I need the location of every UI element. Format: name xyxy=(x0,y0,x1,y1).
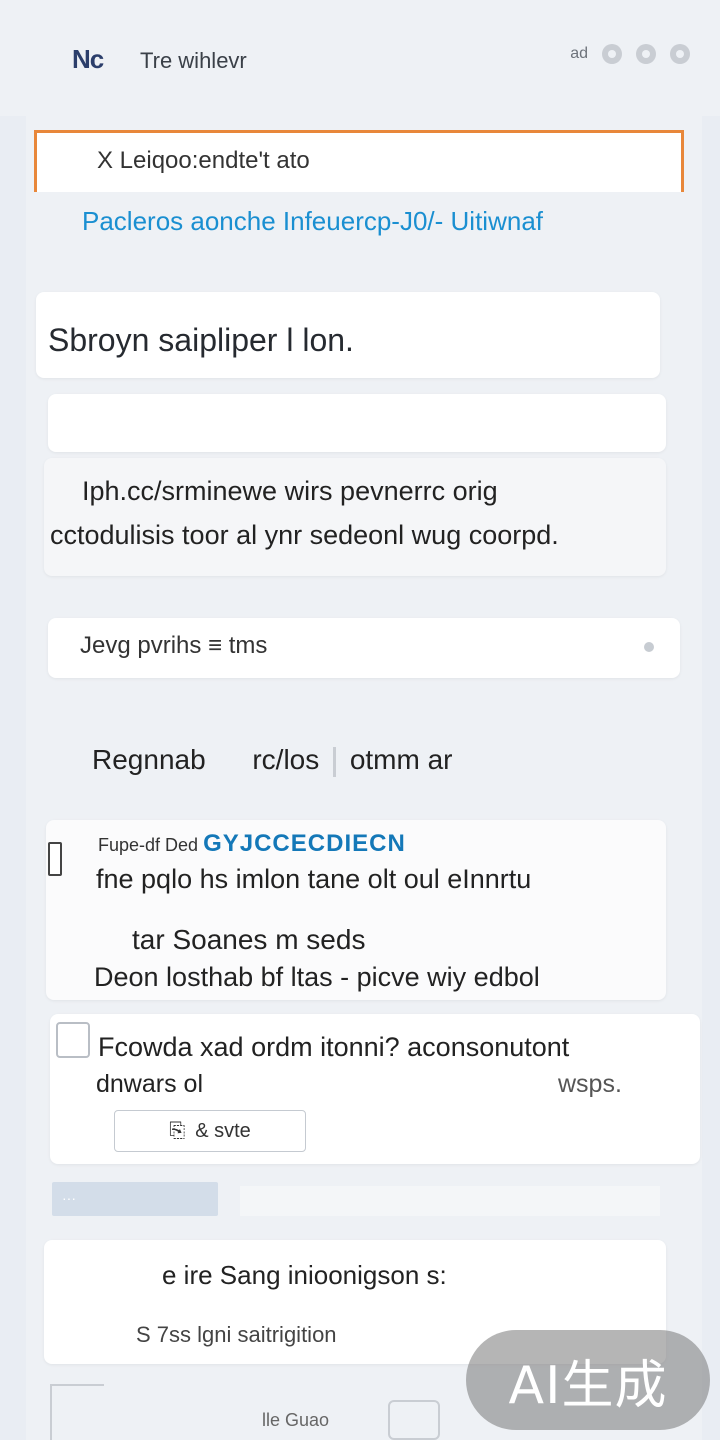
section-heading-part2: rc/los xyxy=(252,744,320,775)
section-heading: Regnnab rc/los otmm ar xyxy=(92,744,453,777)
save-button-label: & svte xyxy=(195,1119,251,1142)
description-line-1: Iph.cc/srminewe wirs pevnerrc orig xyxy=(82,476,498,506)
notification-icon[interactable] xyxy=(670,44,690,64)
quote-line-2-right: wsps. xyxy=(558,1070,622,1098)
related-subtitle: S 7ss lgni saitrigition xyxy=(136,1322,337,1347)
app-logo[interactable]: Nc xyxy=(72,44,104,75)
account-icon[interactable] xyxy=(602,44,622,64)
empty-input[interactable] xyxy=(48,394,666,452)
top-right-controls: ad xyxy=(570,44,690,64)
section-heading-part1: Regnnab xyxy=(92,744,206,775)
section-divider xyxy=(333,746,337,777)
prompt-card[interactable]: Sbroyn saipliper l lon. xyxy=(36,292,660,378)
prompt-text: Sbroyn saipliper l lon. xyxy=(48,322,354,358)
item-line-3: Deon losthab bf ltas - picve wiy edbol xyxy=(94,962,540,992)
item-meta: Fupe-df Ded GYJCCECDIECN xyxy=(98,830,406,858)
item-line-1: fne pqlo hs imlon tane olt oul eInnrtu xyxy=(96,864,532,894)
strip-placeholder xyxy=(240,1186,660,1216)
selector-value: Jevg pvrihs ≡ tms xyxy=(80,632,268,659)
section-heading-part3: otmm ar xyxy=(349,744,453,775)
style-selector[interactable]: Jevg pvrihs ≡ tms xyxy=(48,618,680,678)
related-title: e ire Sang inioonigson s: xyxy=(162,1260,447,1290)
app-title: Tre wihlevr xyxy=(140,48,247,73)
hero-subtitle[interactable]: Pacleros aonche Infeuercp-J0/- Uitiwnaf xyxy=(82,206,543,237)
quote-icon xyxy=(56,1022,90,1058)
save-icon: ⎘ xyxy=(169,1119,186,1142)
quote-line-2-left: dnwars ol xyxy=(96,1070,203,1098)
bookmark-icon[interactable] xyxy=(48,842,62,876)
ai-watermark: AI生成 xyxy=(466,1330,710,1430)
settings-icon[interactable] xyxy=(636,44,656,64)
tag-strip[interactable]: ··· xyxy=(52,1182,218,1216)
item-meta-prefix: Fupe-df Ded xyxy=(98,835,199,855)
quote-line-1: Fcowda xad ordm itonni? aconsonutont xyxy=(98,1032,570,1062)
footer-label: lle Guao xyxy=(262,1410,330,1430)
description-line-2: cctodulisis toor al ynr sedeonl wug coor… xyxy=(50,520,559,550)
description-card: Iph.cc/srminewe wirs pevnerrc orig cctod… xyxy=(44,458,666,576)
list-item[interactable]: Fupe-df Ded GYJCCECDIECN fne pqlo hs iml… xyxy=(46,820,666,1000)
footer-button[interactable] xyxy=(388,1400,440,1440)
save-button[interactable]: ⎘ & svte xyxy=(114,1110,306,1152)
hero-title: X Leiqoo:endte't ato xyxy=(97,147,310,174)
top-right-label[interactable]: ad xyxy=(570,45,588,63)
selector-indicator-icon xyxy=(644,642,654,652)
hero-frame: X Leiqoo:endte't ato xyxy=(34,130,684,192)
item-line-2: tar Soanes m seds xyxy=(132,924,366,955)
item-meta-accent[interactable]: GYJCCECDIECN xyxy=(203,830,406,857)
footer-frame xyxy=(50,1384,104,1440)
top-bar: Nc Tre wihlevr ad xyxy=(0,0,720,116)
